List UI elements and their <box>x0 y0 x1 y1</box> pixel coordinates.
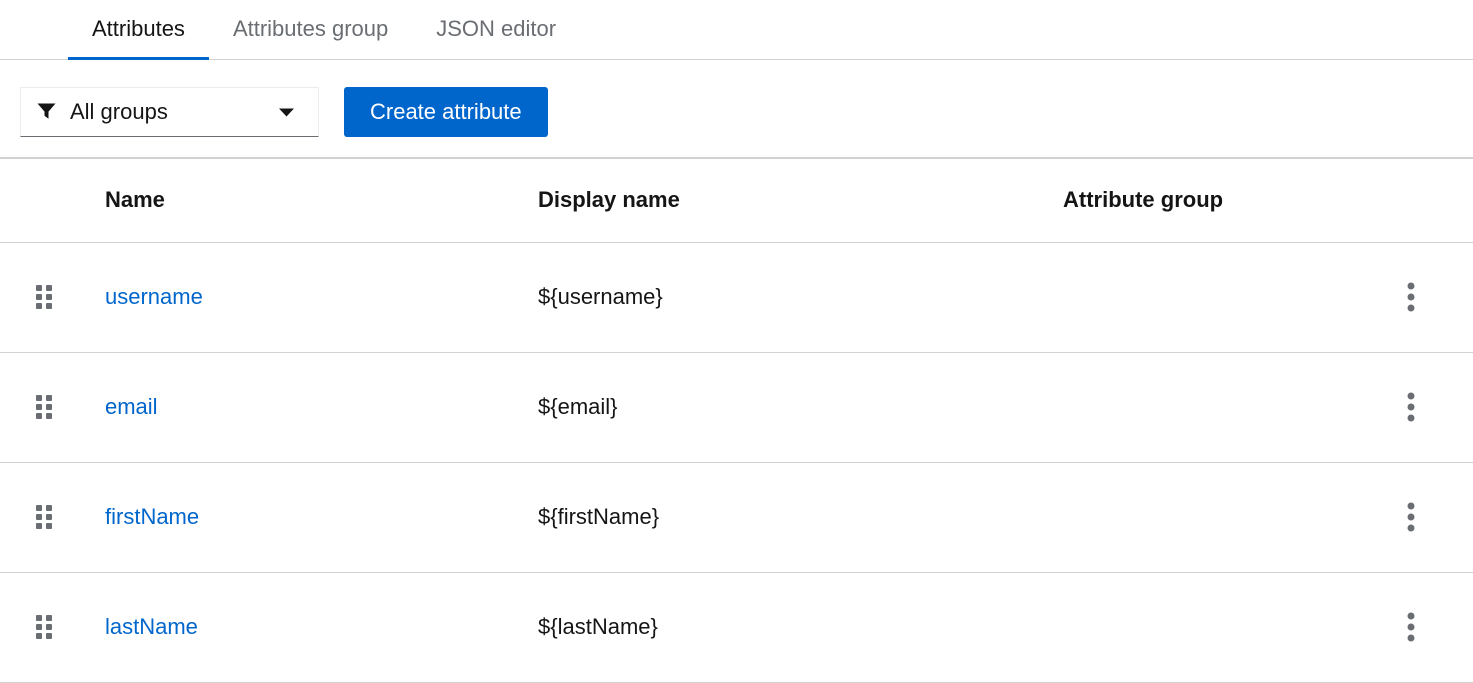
tab-label: Attributes <box>92 15 185 41</box>
attribute-name-link[interactable]: username <box>105 284 203 309</box>
attribute-group-cell <box>1042 242 1380 353</box>
create-attribute-button[interactable]: Create attribute <box>344 87 548 137</box>
column-header-name: Name <box>84 159 517 243</box>
actions-column-header <box>1380 159 1473 243</box>
groups-filter-dropdown[interactable]: All groups <box>20 87 319 137</box>
drag-handle[interactable] <box>36 285 52 309</box>
display-name-cell: ${lastName} <box>517 572 1042 683</box>
kebab-menu-icon <box>1407 612 1415 642</box>
attribute-name-link[interactable]: lastName <box>105 614 198 639</box>
drag-column-header <box>0 159 84 243</box>
filter-selected-value: All groups <box>70 99 168 124</box>
column-header-attribute-group: Attribute group <box>1042 159 1380 243</box>
attribute-group-cell <box>1042 462 1380 573</box>
tab-attributes-group[interactable]: Attributes group <box>209 0 412 60</box>
display-name-cell: ${firstName} <box>517 462 1042 573</box>
kebab-menu-icon <box>1407 502 1415 532</box>
table-row: username ${username} <box>0 242 1473 353</box>
kebab-menu-button[interactable] <box>1389 605 1433 649</box>
tab-attributes[interactable]: Attributes <box>68 0 209 60</box>
table-row: lastName ${lastName} <box>0 572 1473 683</box>
attributes-table: Name Display name Attribute group userna… <box>0 159 1473 683</box>
grip-drag-icon <box>36 615 52 639</box>
kebab-menu-icon <box>1407 282 1415 312</box>
attribute-name-link[interactable]: email <box>105 394 158 419</box>
drag-handle[interactable] <box>36 505 52 529</box>
kebab-menu-icon <box>1407 392 1415 422</box>
tab-json-editor[interactable]: JSON editor <box>412 0 580 60</box>
toolbar: All groups Create attribute <box>0 60 1473 159</box>
column-header-display-name: Display name <box>517 159 1042 243</box>
attribute-group-cell <box>1042 352 1380 463</box>
tab-label: JSON editor <box>436 15 557 41</box>
table-header: Name Display name Attribute group <box>0 159 1473 243</box>
kebab-menu-button[interactable] <box>1389 385 1433 429</box>
grip-drag-icon <box>36 395 52 419</box>
drag-handle[interactable] <box>36 615 52 639</box>
table-row: email ${email} <box>0 352 1473 463</box>
display-name-cell: ${username} <box>517 242 1042 353</box>
caret-down-icon <box>279 108 294 117</box>
kebab-menu-button[interactable] <box>1389 495 1433 539</box>
table-row: firstName ${firstName} <box>0 462 1473 573</box>
grip-drag-icon <box>36 505 52 529</box>
attribute-name-link[interactable]: firstName <box>105 504 199 529</box>
grip-drag-icon <box>36 285 52 309</box>
kebab-menu-button[interactable] <box>1389 275 1433 319</box>
tab-bar: Attributes Attributes group JSON editor <box>0 0 1473 60</box>
attribute-group-cell <box>1042 572 1380 683</box>
tab-label: Attributes group <box>232 15 389 41</box>
display-name-cell: ${email} <box>517 352 1042 463</box>
filter-funnel-icon <box>37 103 56 122</box>
table-body: username ${username} email ${email} firs… <box>0 242 1473 683</box>
drag-handle[interactable] <box>36 395 52 419</box>
